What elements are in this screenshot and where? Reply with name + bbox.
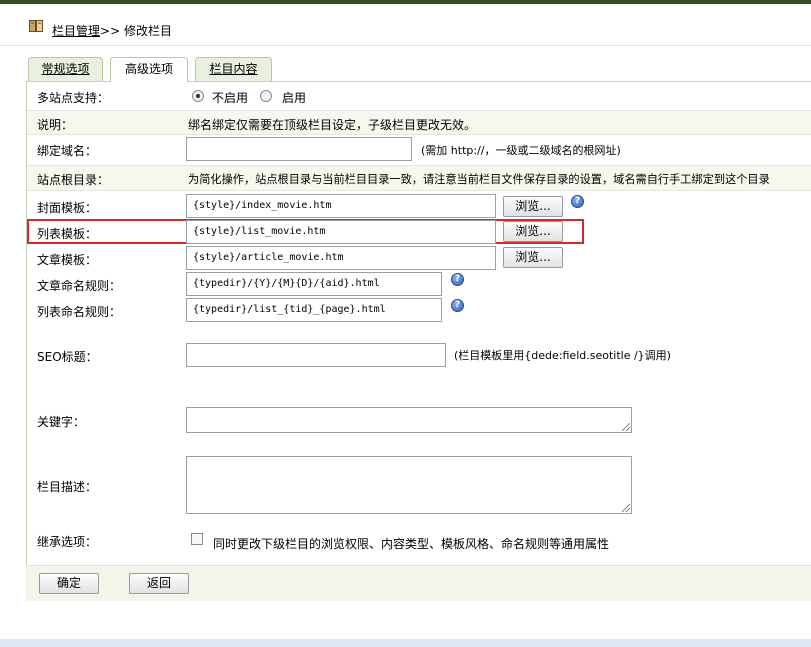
list-rule-input[interactable]: {typedir}/list_{tid}_{page}.html: [186, 298, 442, 322]
keywords-label: 关键字：: [37, 415, 86, 429]
multisite-on-label: 启用: [282, 91, 307, 105]
bind-domain-hint: (需加 http://，一级或二级域名的根网址): [421, 144, 621, 157]
keywords-textarea[interactable]: [186, 407, 632, 433]
description-resize-handle[interactable]: [622, 504, 630, 512]
keywords-resize-handle[interactable]: [622, 423, 630, 431]
confirm-button[interactable]: 确定: [39, 573, 99, 594]
multisite-off-label: 不启用: [212, 91, 249, 105]
inherit-text: 同时更改下级栏目的浏览权限、内容类型、模板风格、命名规则等通用属性: [213, 537, 610, 551]
cover-template-label: 封面模板：: [37, 201, 98, 215]
list-rule-label: 列表命名规则：: [37, 305, 122, 319]
multisite-radio-off[interactable]: [192, 90, 204, 102]
tab-advanced[interactable]: 高级选项: [110, 57, 188, 82]
seo-title-hint: (栏目模板里用{dede:field.seotitle /}调用): [454, 349, 671, 362]
multisite-radio-on[interactable]: [260, 90, 272, 102]
book-icon: [29, 20, 43, 32]
row-bind-domain: [27, 135, 811, 166]
article-template-browse-button[interactable]: 浏览...: [503, 247, 563, 268]
tab-content[interactable]: 栏目内容: [195, 57, 272, 81]
seo-title-input[interactable]: [186, 343, 446, 367]
inherit-label: 继承选项：: [37, 535, 98, 549]
multisite-label: 多站点支持：: [37, 91, 110, 105]
row-multisite: [27, 82, 811, 111]
cover-template-browse-button[interactable]: 浏览...: [503, 196, 563, 217]
article-rule-input[interactable]: {typedir}/{Y}/{M}{D}/{aid}.html: [186, 272, 442, 296]
tab-content-label[interactable]: 栏目内容: [209, 62, 257, 76]
inherit-checkbox[interactable]: [191, 533, 203, 545]
note-label: 说明：: [37, 118, 74, 132]
breadcrumb-current: 修改栏目: [123, 24, 172, 38]
bind-domain-label: 绑定域名：: [37, 144, 98, 158]
tab-advanced-label: 高级选项: [124, 62, 173, 76]
list-template-browse-button[interactable]: 浏览...: [503, 221, 563, 242]
article-rule-label: 文章命名规则：: [37, 279, 122, 293]
description-textarea[interactable]: [186, 456, 632, 514]
breadcrumb: 栏目管理>> 修改栏目: [52, 22, 172, 39]
seo-title-label: SEO标题：: [37, 350, 98, 364]
list-template-input[interactable]: {style}/list_movie.htm: [186, 220, 496, 244]
list-rule-help-icon[interactable]: ?: [451, 299, 464, 312]
cover-template-input[interactable]: {style}/index_movie.htm: [186, 194, 496, 218]
breadcrumb-separator: >>: [100, 24, 121, 38]
article-template-label: 文章模板：: [37, 253, 98, 267]
cover-template-help-icon[interactable]: ?: [571, 195, 584, 208]
breadcrumb-link-category-manage[interactable]: 栏目管理: [52, 24, 100, 38]
bottom-strip: [0, 639, 811, 647]
back-button[interactable]: 返回: [129, 573, 189, 594]
description-label: 栏目描述：: [37, 480, 98, 494]
list-template-label: 列表模板：: [37, 227, 98, 241]
article-template-input[interactable]: {style}/article_movie.htm: [186, 246, 496, 270]
tab-general[interactable]: 常规选项: [28, 57, 103, 81]
article-rule-help-icon[interactable]: ?: [451, 273, 464, 286]
bind-domain-input[interactable]: [186, 137, 412, 161]
note-text: 绑名绑定仅需要在顶级栏目设定，子级栏目更改无效。: [188, 118, 477, 132]
site-root-text: 为简化操作，站点根目录与当前栏目目录一致，请注意当前栏目文件保存目录的设置，域名…: [188, 173, 770, 186]
tab-general-label[interactable]: 常规选项: [41, 62, 89, 76]
site-root-label: 站点根目录：: [37, 173, 110, 187]
